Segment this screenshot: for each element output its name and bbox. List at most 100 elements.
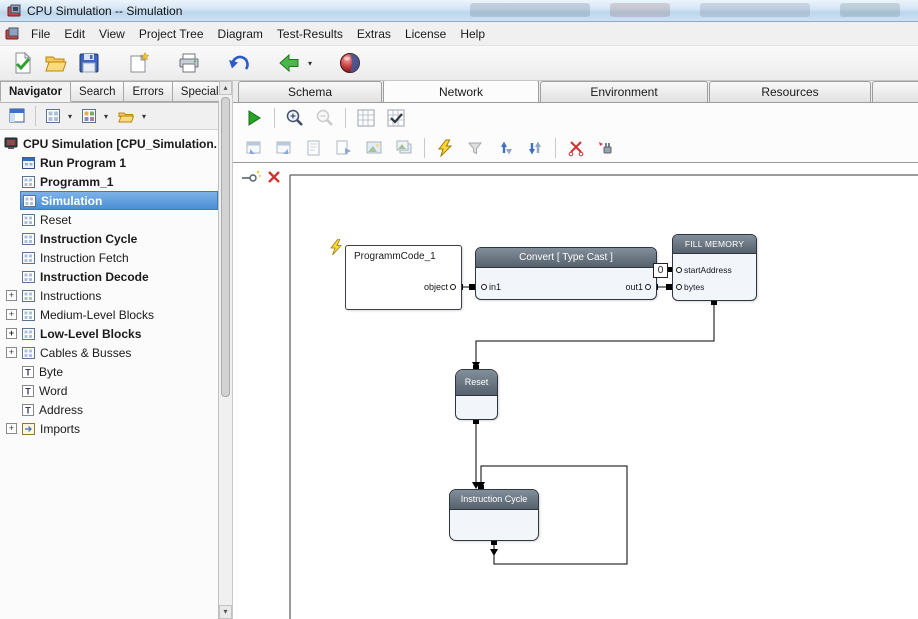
tree-item-imports[interactable]: + Imports [0, 419, 218, 438]
param-value-box[interactable]: 0 [653, 263, 668, 278]
tab-navigator[interactable]: Navigator [0, 81, 71, 102]
svg-text:T: T [25, 367, 31, 377]
scrollbar-thumb[interactable] [221, 97, 230, 397]
menu-file[interactable]: File [24, 23, 57, 45]
port-out1[interactable]: out1 [625, 282, 651, 292]
tree-item-label: Word [39, 384, 67, 398]
tree-item-run-program-1[interactable]: Run Program 1 [0, 153, 218, 172]
diagram-icon [22, 214, 35, 226]
views-menu-dropdown[interactable]: ▾ [101, 112, 111, 121]
block-reset[interactable]: Reset [455, 369, 498, 420]
tab-environment[interactable]: Environment [540, 81, 708, 102]
tab-search[interactable]: Search [71, 81, 124, 102]
tab-partial[interactable] [872, 81, 918, 102]
menu-diagram[interactable]: Diagram [211, 23, 270, 45]
grid-icon[interactable] [353, 106, 379, 130]
document-icon[interactable] [4, 26, 20, 42]
blocks-menu-dropdown[interactable]: ▾ [65, 112, 75, 121]
print-button[interactable] [174, 49, 204, 78]
port-object[interactable]: object [424, 282, 456, 292]
folders-menu-icon[interactable] [115, 105, 137, 127]
menu-extras[interactable]: Extras [350, 23, 398, 45]
type-icon: T [22, 366, 34, 378]
tree-item-medium-level-blocks[interactable]: + Medium-Level Blocks [0, 305, 218, 324]
tree-expander[interactable]: + [6, 423, 17, 434]
folders-menu-dropdown[interactable]: ▾ [139, 112, 149, 121]
block-instruction-cycle[interactable]: Instruction Cycle [449, 489, 539, 541]
tree-item-address[interactable]: T Address [0, 400, 218, 419]
port-in1[interactable]: in1 [481, 282, 501, 292]
blocks-menu-icon[interactable] [43, 105, 63, 127]
image-export-icon[interactable] [361, 136, 387, 160]
tree-expander[interactable]: + [6, 309, 17, 320]
block-programmcode-1[interactable]: ProgrammCode_1 object [345, 245, 462, 310]
copy-image-icon[interactable] [391, 136, 417, 160]
scroll-down-button[interactable]: ▾ [219, 605, 232, 619]
export-diagram-icon[interactable] [241, 136, 267, 160]
export-file-icon[interactable] [331, 136, 357, 160]
zoom-in-icon[interactable] [282, 106, 308, 130]
undo-button[interactable] [224, 49, 254, 78]
tree-expander[interactable]: + [6, 290, 17, 301]
block-convert-type-cast[interactable]: Convert [ Type Cast ] in1 out1 [475, 247, 657, 300]
navigator-scrollbar[interactable]: ▴ ▾ [219, 81, 233, 619]
tab-network[interactable]: Network [383, 81, 539, 102]
menu-view[interactable]: View [92, 23, 132, 45]
block-fill-memory[interactable]: FILL MEMORY startAddress bytes [672, 234, 757, 301]
tab-errors[interactable]: Errors [124, 81, 172, 102]
navigate-back-dropdown[interactable]: ▾ [305, 59, 315, 68]
tab-schema[interactable]: Schema [238, 81, 382, 102]
swap-vertical-icon[interactable] [522, 136, 548, 160]
zoom-out-icon[interactable] [312, 106, 338, 130]
diagram-canvas[interactable]: ProgrammCode_1 object Convert [ Type Cas… [233, 163, 918, 619]
port-bytes[interactable]: bytes [676, 282, 704, 292]
tree-item-instruction-fetch[interactable]: Instruction Fetch [0, 248, 218, 267]
run-simulation-button[interactable] [241, 106, 267, 130]
menu-project-tree[interactable]: Project Tree [132, 23, 211, 45]
new-window-button[interactable] [124, 49, 154, 78]
tree-item-low-level-blocks[interactable]: + Low-Level Blocks [0, 324, 218, 343]
page-view-icon[interactable] [301, 136, 327, 160]
snap-to-grid-icon[interactable] [383, 106, 409, 130]
app-icon[interactable] [6, 3, 22, 19]
diagram-icon [22, 176, 35, 188]
navigate-back-button[interactable] [274, 49, 304, 78]
tree-expander[interactable]: + [6, 347, 17, 358]
titlebar[interactable]: CPU Simulation -- Simulation [0, 0, 918, 22]
tree-item-cables-busses[interactable]: + Cables & Busses [0, 343, 218, 362]
tree-expander[interactable]: + [6, 328, 17, 339]
tree-item-label: Instruction Cycle [40, 232, 137, 246]
cut-connection-icon[interactable] [563, 136, 589, 160]
move-up-down-icon[interactable] [492, 136, 518, 160]
unplug-icon[interactable] [593, 136, 619, 160]
new-document-check-button[interactable] [8, 49, 38, 78]
menu-test-results[interactable]: Test-Results [270, 23, 350, 45]
navigator-panel: Navigator Search Errors Special ▾ ▾ ▾ [0, 81, 219, 619]
open-folder-button[interactable] [41, 49, 71, 78]
tree-item-instruction-cycle[interactable]: Instruction Cycle [0, 229, 218, 248]
tree-item-instructions[interactable]: + Instructions [0, 286, 218, 305]
tree-item-programm-1[interactable]: Programm_1 [0, 172, 218, 191]
scroll-up-button[interactable]: ▴ [219, 81, 232, 95]
tree-item-byte[interactable]: T Byte [0, 362, 218, 381]
navigator-view-icon[interactable] [6, 105, 28, 127]
filter-icon[interactable] [462, 136, 488, 160]
tree-item-instruction-decode[interactable]: Instruction Decode [0, 267, 218, 286]
import-diagram-icon[interactable] [271, 136, 297, 160]
tree-item-reset[interactable]: Reset [0, 210, 218, 229]
save-button[interactable] [74, 49, 104, 78]
menu-license[interactable]: License [398, 23, 453, 45]
run-sphere-button[interactable] [335, 49, 365, 78]
tree-item-word[interactable]: T Word [0, 381, 218, 400]
tree-item-project-root[interactable]: CPU Simulation [CPU_Simulation. [0, 134, 218, 153]
flash-icon[interactable] [432, 136, 458, 160]
program-icon [22, 157, 35, 169]
menu-edit[interactable]: Edit [57, 23, 92, 45]
menu-help[interactable]: Help [453, 23, 492, 45]
tree-item-label: Low-Level Blocks [40, 327, 141, 341]
tab-resources[interactable]: Resources [709, 81, 871, 102]
project-icon [4, 137, 18, 150]
tree-item-simulation[interactable]: Simulation [20, 191, 218, 210]
views-menu-icon[interactable] [79, 105, 99, 127]
port-start-address[interactable]: startAddress [676, 265, 732, 275]
